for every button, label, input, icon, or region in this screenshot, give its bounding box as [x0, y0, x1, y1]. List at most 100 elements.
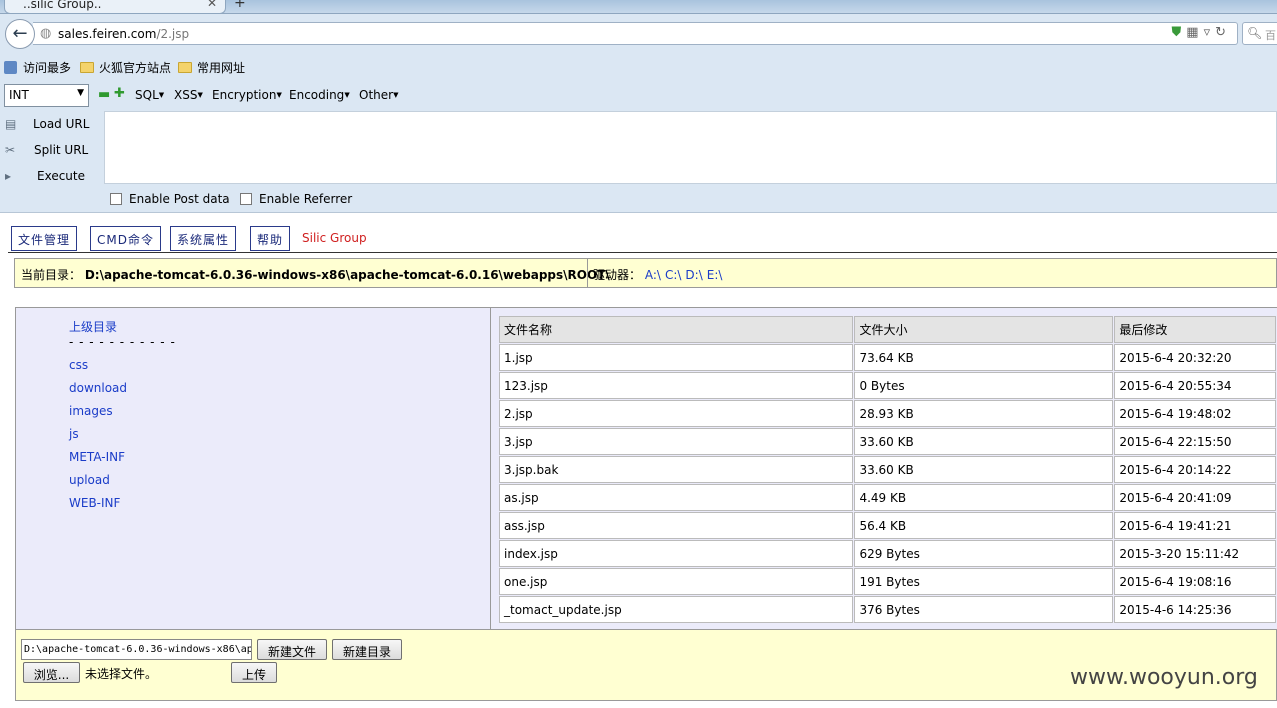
- minus-icon[interactable]: ▬: [98, 87, 110, 102]
- table-row[interactable]: 2.jsp 28.93 KB 2015-6-4 19:48:02: [499, 400, 1276, 427]
- file-size: 28.93 KB: [854, 400, 1114, 427]
- menu-xss[interactable]: XSS▼: [174, 88, 203, 102]
- tab-cmd[interactable]: CMD命令: [90, 226, 161, 251]
- table-row[interactable]: ass.jsp 56.4 KB 2015-6-4 19:41:21: [499, 512, 1276, 539]
- browser-tab[interactable]: ..silic Group.. ✕: [4, 0, 226, 14]
- file-size: 191 Bytes: [854, 568, 1114, 595]
- dir-link-js[interactable]: js: [69, 427, 79, 441]
- execute-button[interactable]: ▸ Execute: [0, 165, 100, 189]
- file-modified: 2015-6-4 19:08:16: [1114, 568, 1276, 595]
- dir-link-upload[interactable]: upload: [69, 473, 110, 487]
- file-name[interactable]: 2.jsp: [499, 400, 854, 427]
- menu-sql[interactable]: SQL▼: [135, 88, 164, 102]
- table-row[interactable]: 3.jsp.bak 33.60 KB 2015-6-4 20:14:22: [499, 456, 1276, 483]
- file-name[interactable]: 3.jsp: [499, 428, 854, 455]
- new-tab-icon[interactable]: +: [234, 0, 246, 11]
- drive-d-link[interactable]: D:\: [685, 268, 702, 282]
- drive-a-link[interactable]: A:\: [645, 268, 661, 282]
- url-path: /2.jsp: [156, 27, 190, 41]
- bookmark-firefox-site[interactable]: 火狐官方站点: [80, 59, 171, 76]
- file-modified: 2015-6-4 20:32:20: [1114, 344, 1276, 371]
- drives-label: 驱动器：: [593, 268, 642, 282]
- enable-referrer-checkbox[interactable]: Enable Referrer: [240, 192, 352, 206]
- menu-label: Other: [359, 88, 394, 102]
- table-row[interactable]: 123.jsp 0 Bytes 2015-6-4 20:55:34: [499, 372, 1276, 399]
- file-name[interactable]: as.jsp: [499, 484, 854, 511]
- table-row[interactable]: 1.jsp 73.64 KB 2015-6-4 20:32:20: [499, 344, 1276, 371]
- file-name[interactable]: 1.jsp: [499, 344, 854, 371]
- file-name[interactable]: one.jsp: [499, 568, 854, 595]
- parent-directory-link[interactable]: 上级目录: [69, 318, 117, 335]
- dropdown-arrow-icon: ▼: [197, 91, 203, 99]
- qr-code-icon[interactable]: ▦: [1186, 25, 1203, 40]
- new-file-button[interactable]: 新建文件: [257, 639, 327, 660]
- back-button[interactable]: ←: [5, 19, 35, 49]
- reload-icon[interactable]: ↻: [1215, 25, 1231, 40]
- file-size: 376 Bytes: [854, 596, 1114, 623]
- split-url-label: Split URL: [34, 143, 89, 157]
- load-icon: ▤: [5, 117, 17, 131]
- shield-icon[interactable]: ⛊: [1172, 25, 1187, 40]
- checkbox[interactable]: [110, 193, 122, 205]
- table-row[interactable]: _tomact_update.jsp 376 Bytes 2015-4-6 14:2…: [499, 596, 1276, 623]
- file-name[interactable]: 3.jsp.bak: [499, 456, 854, 483]
- file-name[interactable]: _tomact_update.jsp: [499, 596, 854, 623]
- execute-label: Execute: [37, 169, 85, 183]
- tab-system-properties[interactable]: 系统属性: [170, 226, 237, 251]
- file-size: 0 Bytes: [854, 372, 1114, 399]
- dropdown-icon[interactable]: ▿: [1204, 25, 1216, 40]
- menu-encoding[interactable]: Encoding▼: [289, 88, 350, 102]
- tab-help[interactable]: 帮助: [250, 226, 291, 251]
- file-list-pane: 文件名称 文件大小 最后修改 1.jsp 73.64 KB 2015-6-4 20:…: [491, 307, 1277, 630]
- url-bar[interactable]: ◍ sales.feiren.com/2.jsp ⛊▦▿↻: [33, 22, 1238, 45]
- table-header-row: 文件名称 文件大小 最后修改: [499, 316, 1276, 343]
- page-content: 文件管理 CMD命令 系统属性 帮助 Silic Group 当前目录： D:\…: [0, 214, 1277, 708]
- table-row[interactable]: as.jsp 4.49 KB 2015-6-4 20:41:09: [499, 484, 1276, 511]
- path-input[interactable]: D:\apache-tomcat-6.0.36-windows-x86\apac…: [21, 639, 252, 660]
- checkbox[interactable]: [240, 193, 252, 205]
- url-text[interactable]: sales.feiren.com/2.jsp: [58, 27, 189, 41]
- checkbox-label: Enable Post data: [129, 192, 230, 206]
- table-row[interactable]: index.jsp 629 Bytes 2015-3-20 15:11:42: [499, 540, 1276, 567]
- table-row[interactable]: 3.jsp 33.60 KB 2015-6-4 22:15:50: [499, 428, 1276, 455]
- search-box[interactable]: 🔍︎ 百: [1242, 22, 1277, 45]
- tab-file-manager[interactable]: 文件管理: [11, 226, 78, 251]
- close-icon[interactable]: ✕: [207, 0, 217, 10]
- file-size: 56.4 KB: [854, 512, 1114, 539]
- file-table: 文件名称 文件大小 最后修改 1.jsp 73.64 KB 2015-6-4 20:…: [498, 315, 1277, 624]
- browse-button[interactable]: 浏览...: [23, 662, 80, 683]
- type-select[interactable]: INT ▼: [4, 84, 89, 107]
- dir-link-images[interactable]: images: [69, 404, 113, 418]
- url-textarea[interactable]: [104, 111, 1277, 184]
- dropdown-arrow-icon: ▼: [158, 91, 165, 99]
- table-row[interactable]: one.jsp 191 Bytes 2015-6-4 19:08:16: [499, 568, 1276, 595]
- dir-link-web-inf[interactable]: WEB-INF: [69, 496, 120, 510]
- bookmark-common-sites[interactable]: 常用网址: [178, 59, 245, 76]
- file-modified: 2015-4-6 14:25:36: [1114, 596, 1276, 623]
- menu-other[interactable]: Other▼: [359, 88, 398, 102]
- file-name[interactable]: 123.jsp: [499, 372, 854, 399]
- chevron-down-icon: ▼: [77, 88, 84, 98]
- file-name[interactable]: index.jsp: [499, 540, 854, 567]
- new-directory-button[interactable]: 新建目录: [332, 639, 402, 660]
- drive-c-link[interactable]: C:\: [665, 268, 681, 282]
- dir-link-download[interactable]: download: [69, 381, 127, 395]
- split-url-button[interactable]: ✂ Split URL: [0, 139, 100, 163]
- menu-encryption[interactable]: Encryption▼: [212, 88, 282, 102]
- tab-title: ..silic Group..: [23, 0, 102, 11]
- bookmark-most-visited[interactable]: 访问最多: [4, 59, 71, 76]
- dir-link-meta-inf[interactable]: META-INF: [69, 450, 125, 464]
- dir-link-css[interactable]: css: [69, 358, 88, 372]
- upload-button[interactable]: 上传: [231, 662, 277, 683]
- plus-icon[interactable]: ✚: [114, 86, 125, 101]
- column-header-size: 文件大小: [854, 316, 1114, 343]
- enable-post-data-checkbox[interactable]: Enable Post data: [110, 192, 230, 206]
- file-name[interactable]: ass.jsp: [499, 512, 854, 539]
- load-url-button[interactable]: ▤ Load URL: [0, 113, 100, 137]
- bookmark-label: 常用网址: [197, 61, 246, 75]
- drive-e-link[interactable]: E:\: [707, 268, 723, 282]
- bookmark-label: 访问最多: [23, 61, 72, 75]
- type-select-value: INT: [9, 88, 29, 102]
- play-icon: ▸: [5, 169, 12, 183]
- checkbox-label: Enable Referrer: [259, 192, 353, 206]
